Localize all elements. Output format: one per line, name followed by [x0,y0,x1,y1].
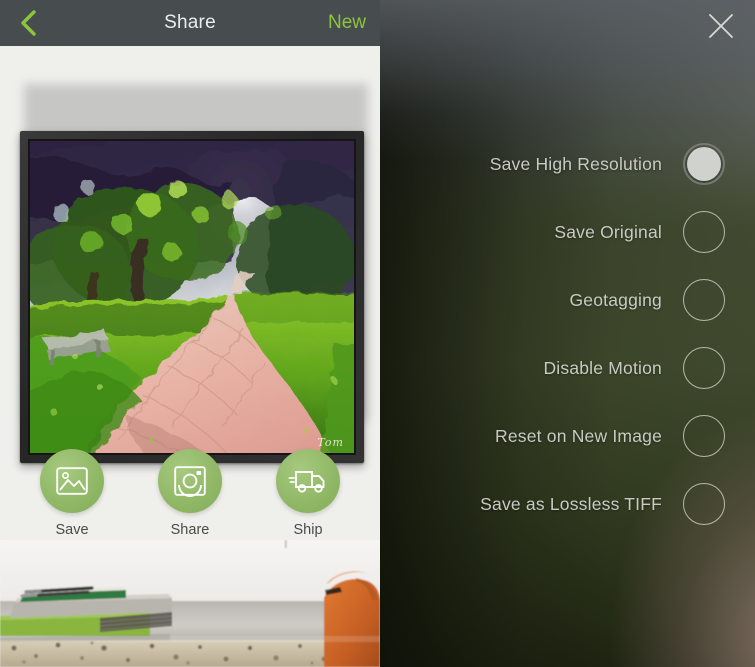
settings-option-list: Save High Resolution Save Original Geota… [380,0,755,667]
toggle-ring [683,415,725,457]
option-row-disable-motion[interactable]: Disable Motion [410,345,725,391]
ship-button[interactable]: Ship [262,449,354,538]
settings-overlay-panel: Save High Resolution Save Original Geota… [380,0,755,667]
page-title: Share [164,12,216,33]
truck-icon [288,467,328,495]
toggle-ring [683,483,725,525]
painting-image: Tom [30,141,354,453]
option-row-save-high-resolution[interactable]: Save High Resolution [410,141,725,187]
action-button-row: Save Share Ship [0,449,380,538]
toggle-ring [683,211,725,253]
new-button[interactable]: New [328,0,366,46]
toggle-save-as-lossless-tiff[interactable] [683,483,725,525]
save-button-circle [40,449,104,513]
option-label-reset-on-new-image: Reset on New Image [494,425,662,446]
toggle-save-original[interactable] [683,211,725,253]
option-label-geotagging: Geotagging [569,289,662,310]
frame-inner-mat: Tom [28,139,356,455]
share-button-circle [158,449,222,513]
share-screen: Share New Tom Save Share Ship [0,0,380,667]
ship-button-circle [276,449,340,513]
photo-icon [55,466,89,496]
app-root: Share New Tom Save Share Ship Save High … [0,0,755,667]
save-button-label: Save [55,522,89,538]
save-button[interactable]: Save [26,449,118,538]
ship-button-label: Ship [293,522,323,538]
option-label-save-original: Save Original [554,221,662,242]
desk-photo [0,540,380,667]
toggle-knob [687,147,721,181]
top-navigation-bar: Share New [0,0,380,46]
option-row-save-as-lossless-tiff[interactable]: Save as Lossless TIFF [410,481,725,527]
option-row-save-original[interactable]: Save Original [410,209,725,255]
option-label-save-high-resolution: Save High Resolution [489,153,662,174]
toggle-disable-motion[interactable] [683,347,725,389]
toggle-ring [683,347,725,389]
toggle-ring [683,279,725,321]
share-button[interactable]: Share [144,449,236,538]
share-button-label: Share [170,522,210,538]
camera-icon [173,465,207,497]
option-row-reset-on-new-image[interactable]: Reset on New Image [410,413,725,459]
toggle-reset-on-new-image[interactable] [683,415,725,457]
option-label-disable-motion: Disable Motion [543,357,662,378]
picture-frame[interactable]: Tom [20,131,364,463]
option-label-save-as-lossless-tiff: Save as Lossless TIFF [480,493,662,514]
toggle-save-high-resolution[interactable] [683,143,725,185]
toggle-geotagging[interactable] [683,279,725,321]
option-row-geotagging[interactable]: Geotagging [410,277,725,323]
